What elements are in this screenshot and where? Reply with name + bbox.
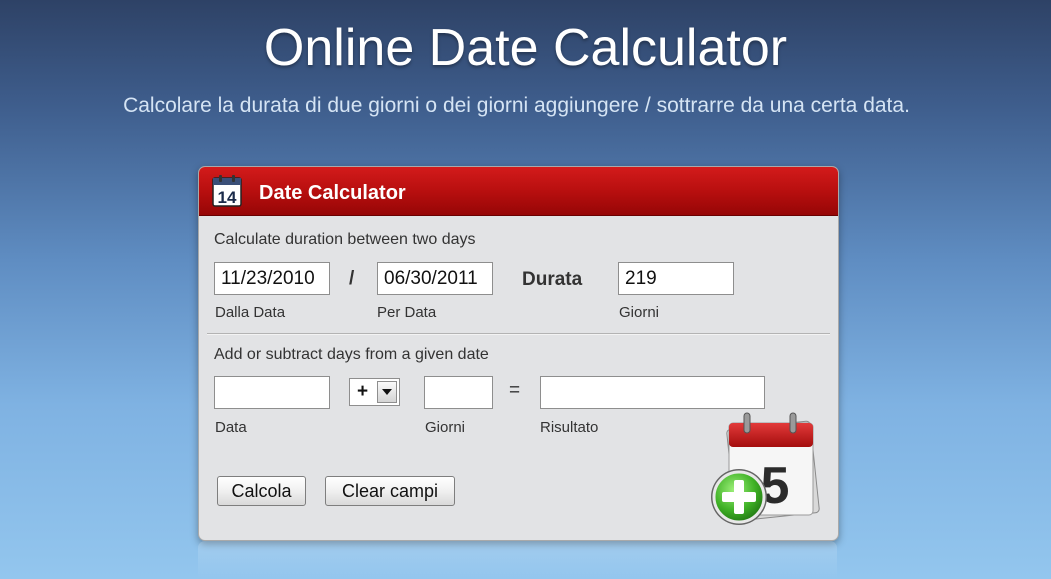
add-subtract-heading: Add or subtract days from a given date <box>214 346 489 363</box>
duration-heading: Calculate duration between two days <box>214 231 476 248</box>
operator-value: + <box>357 381 369 402</box>
calculate-button[interactable]: Calcola <box>217 476 306 506</box>
calendar-add-icon: 5 <box>711 412 820 525</box>
duration-result-label: Durata <box>522 269 583 290</box>
result-date-label: Risultato <box>540 419 599 436</box>
panel-reflection <box>198 541 837 579</box>
to-date-label: Per Data <box>377 304 437 321</box>
page-title: Online Date Calculator <box>263 19 788 77</box>
panel-header: 14 Date Calculator <box>199 167 838 216</box>
date-calculator-panel: 14 Date Calculator Calculate duration be… <box>198 166 839 541</box>
equals-sign: = <box>509 380 521 401</box>
days-result-input[interactable] <box>618 262 734 295</box>
date-separator: / <box>349 268 355 289</box>
base-date-input[interactable] <box>214 376 330 409</box>
days-offset-label: Giorni <box>425 419 466 436</box>
base-date-label: Data <box>215 419 247 436</box>
panel-title: Date Calculator <box>259 182 406 204</box>
clear-fields-button[interactable]: Clear campi <box>325 476 455 506</box>
page-subtitle: Calcolare la durata di due giorni o dei … <box>123 94 910 117</box>
chevron-down-icon[interactable] <box>377 381 397 403</box>
days-offset-input[interactable] <box>424 376 493 409</box>
section-divider <box>207 333 830 335</box>
operator-select[interactable]: + <box>349 378 400 406</box>
days-result-label: Giorni <box>619 304 660 321</box>
from-date-input[interactable] <box>214 262 330 295</box>
result-date-input[interactable] <box>540 376 765 409</box>
from-date-label: Dalla Data <box>215 304 286 321</box>
calendar-icon: 14 <box>212 175 242 207</box>
calendar-icon-day: 14 <box>218 188 237 207</box>
to-date-input[interactable] <box>377 262 493 295</box>
